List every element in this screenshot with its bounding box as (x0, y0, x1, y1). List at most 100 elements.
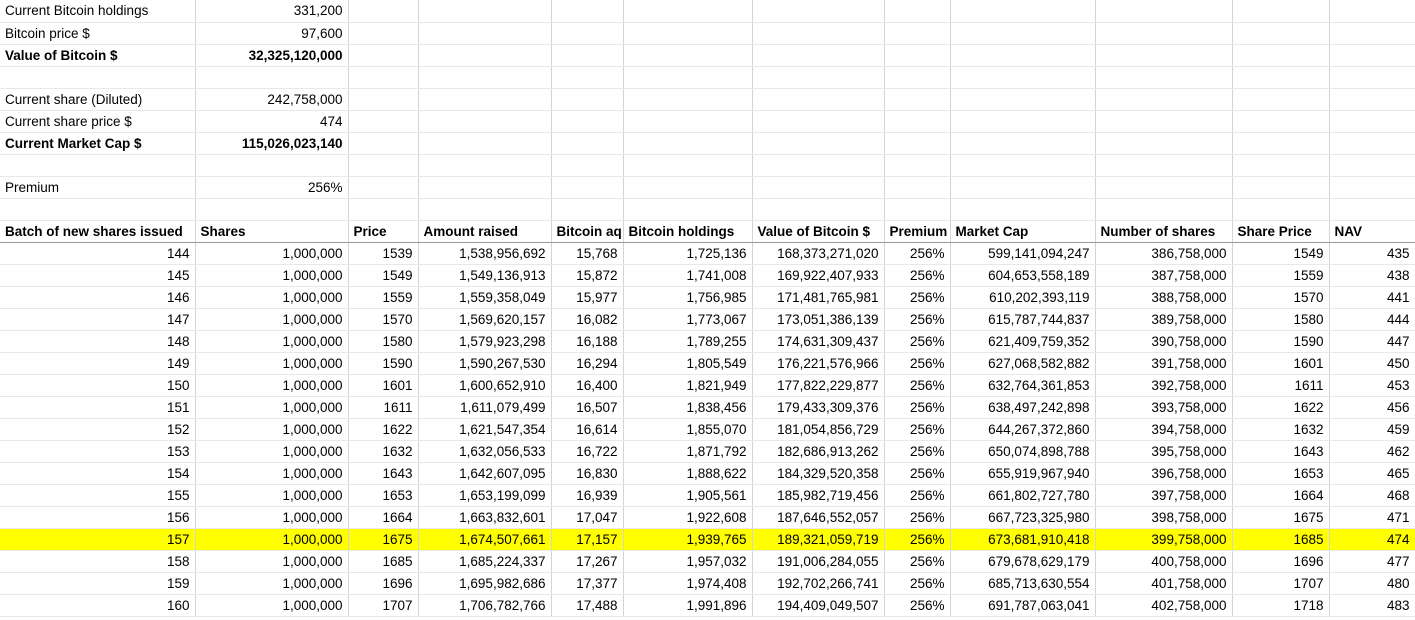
cell-bitcoin-holdings[interactable]: 1,725,136 (623, 242, 752, 264)
empty-cell[interactable] (348, 0, 418, 22)
empty-cell[interactable] (950, 154, 1095, 176)
cell-bitcoin-holdings[interactable]: 1,741,008 (623, 264, 752, 286)
empty-cell[interactable] (1329, 66, 1415, 88)
cell-bitcoin-holdings[interactable]: 1,773,067 (623, 308, 752, 330)
cell-value-of-bitcoin[interactable]: 184,329,520,358 (752, 462, 884, 484)
empty-cell[interactable] (1095, 132, 1232, 154)
empty-cell[interactable] (418, 176, 551, 198)
empty-cell[interactable] (1095, 66, 1232, 88)
cell-shares[interactable]: 1,000,000 (195, 528, 348, 550)
cell-amount-raised[interactable]: 1,642,607,095 (418, 462, 551, 484)
empty-cell[interactable] (1232, 132, 1329, 154)
table-row[interactable]: 1521,000,00016221,621,547,35416,6141,855… (0, 418, 1415, 440)
cell-shares[interactable]: 1,000,000 (195, 264, 348, 286)
cell-market-cap[interactable]: 691,787,063,041 (950, 594, 1095, 616)
empty-cell[interactable] (418, 0, 551, 22)
cell-bitcoin-holdings[interactable]: 1,939,765 (623, 528, 752, 550)
table-row[interactable]: 1491,000,00015901,590,267,53016,2941,805… (0, 352, 1415, 374)
cell-shares[interactable]: 1,000,000 (195, 550, 348, 572)
empty-cell[interactable] (1329, 0, 1415, 22)
cell-market-cap[interactable]: 632,764,361,853 (950, 374, 1095, 396)
cell-bitcoin-holdings[interactable]: 1,991,896 (623, 594, 752, 616)
cell-amount-raised[interactable]: 1,663,832,601 (418, 506, 551, 528)
empty-cell[interactable] (348, 88, 418, 110)
empty-cell[interactable] (623, 0, 752, 22)
cell-amount-raised[interactable]: 1,706,782,766 (418, 594, 551, 616)
cell-bitcoin-holdings[interactable]: 1,789,255 (623, 330, 752, 352)
empty-cell[interactable] (1232, 44, 1329, 66)
cell-shares[interactable]: 1,000,000 (195, 396, 348, 418)
cell-number-of-shares[interactable]: 399,758,000 (1095, 528, 1232, 550)
empty-cell[interactable] (1232, 176, 1329, 198)
cell-premium[interactable]: 256% (884, 308, 950, 330)
empty-cell[interactable] (752, 44, 884, 66)
table-row[interactable]: 1461,000,00015591,559,358,04915,9771,756… (0, 286, 1415, 308)
cell-share-price[interactable]: 1611 (1232, 374, 1329, 396)
cell-amount-raised[interactable]: 1,685,224,337 (418, 550, 551, 572)
empty-cell[interactable] (551, 88, 623, 110)
empty-cell[interactable] (1329, 44, 1415, 66)
cell-market-cap[interactable]: 610,202,393,119 (950, 286, 1095, 308)
cell-amount-raised[interactable]: 1,653,199,099 (418, 484, 551, 506)
empty-cell[interactable] (551, 44, 623, 66)
cell-amount-raised[interactable]: 1,621,547,354 (418, 418, 551, 440)
cell-premium[interactable]: 256% (884, 440, 950, 462)
empty-cell[interactable] (348, 198, 418, 220)
cell-bitcoin-aq[interactable]: 17,047 (551, 506, 623, 528)
cell-market-cap[interactable]: 644,267,372,860 (950, 418, 1095, 440)
empty-cell[interactable] (1095, 176, 1232, 198)
cell-nav[interactable]: 465 (1329, 462, 1415, 484)
table-row[interactable]: 1591,000,00016961,695,982,68617,3771,974… (0, 572, 1415, 594)
column-header[interactable]: NAV (1329, 220, 1415, 242)
cell-nav[interactable]: 468 (1329, 484, 1415, 506)
cell-nav[interactable]: 459 (1329, 418, 1415, 440)
empty-cell[interactable] (884, 66, 950, 88)
cell-premium[interactable]: 256% (884, 418, 950, 440)
empty-cell[interactable] (752, 110, 884, 132)
empty-cell[interactable] (752, 176, 884, 198)
cell-batch[interactable]: 157 (0, 528, 195, 550)
empty-cell[interactable] (752, 154, 884, 176)
empty-cell[interactable] (348, 176, 418, 198)
cell-nav[interactable]: 441 (1329, 286, 1415, 308)
cell-market-cap[interactable]: 661,802,727,780 (950, 484, 1095, 506)
empty-cell[interactable] (1095, 110, 1232, 132)
cell-value-of-bitcoin[interactable]: 189,321,059,719 (752, 528, 884, 550)
cell-value-of-bitcoin[interactable]: 174,631,309,437 (752, 330, 884, 352)
empty-cell[interactable] (1329, 88, 1415, 110)
empty-cell[interactable] (348, 66, 418, 88)
column-header[interactable]: Shares (195, 220, 348, 242)
table-row[interactable]: 1551,000,00016531,653,199,09916,9391,905… (0, 484, 1415, 506)
cell-share-price[interactable]: 1590 (1232, 330, 1329, 352)
empty-cell[interactable] (551, 110, 623, 132)
cell-bitcoin-holdings[interactable]: 1,871,792 (623, 440, 752, 462)
cell-shares[interactable]: 1,000,000 (195, 484, 348, 506)
empty-cell[interactable] (884, 44, 950, 66)
cell-nav[interactable]: 480 (1329, 572, 1415, 594)
cell-batch[interactable]: 144 (0, 242, 195, 264)
cell-amount-raised[interactable]: 1,611,079,499 (418, 396, 551, 418)
cell-shares[interactable]: 1,000,000 (195, 594, 348, 616)
empty-cell[interactable] (348, 132, 418, 154)
cell-shares[interactable]: 1,000,000 (195, 352, 348, 374)
empty-cell[interactable] (1095, 44, 1232, 66)
empty-cell[interactable] (950, 132, 1095, 154)
cell-price[interactable]: 1675 (348, 528, 418, 550)
cell-price[interactable]: 1590 (348, 352, 418, 374)
cell-bitcoin-holdings[interactable]: 1,922,608 (623, 506, 752, 528)
cell-bitcoin-holdings[interactable]: 1,888,622 (623, 462, 752, 484)
cell-price[interactable]: 1707 (348, 594, 418, 616)
empty-cell[interactable] (1329, 132, 1415, 154)
cell-premium[interactable]: 256% (884, 572, 950, 594)
cell-bitcoin-aq[interactable]: 17,267 (551, 550, 623, 572)
empty-cell[interactable] (623, 154, 752, 176)
cell-amount-raised[interactable]: 1,559,358,049 (418, 286, 551, 308)
cell-batch[interactable]: 159 (0, 572, 195, 594)
cell-share-price[interactable]: 1622 (1232, 396, 1329, 418)
cell-share-price[interactable]: 1685 (1232, 528, 1329, 550)
empty-cell[interactable] (418, 44, 551, 66)
cell-number-of-shares[interactable]: 387,758,000 (1095, 264, 1232, 286)
empty-cell[interactable] (1329, 22, 1415, 44)
empty-cell[interactable] (418, 198, 551, 220)
cell-shares[interactable]: 1,000,000 (195, 418, 348, 440)
